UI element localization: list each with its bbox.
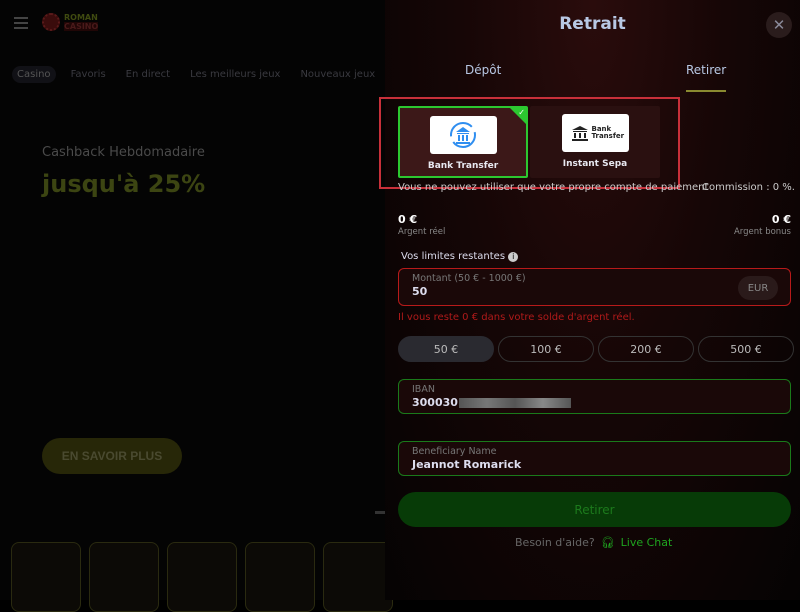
preset-500[interactable]: 500 €: [698, 336, 794, 362]
real-money-label: Argent réel: [398, 227, 446, 237]
payment-notice: Vous ne pouvez utiliser que votre propre…: [398, 182, 709, 193]
beneficiary-label: Beneficiary Name: [412, 446, 497, 457]
nav-en-direct[interactable]: En direct: [121, 66, 175, 83]
method-label: Instant Sepa: [562, 159, 628, 169]
tab-depot[interactable]: Dépôt: [465, 63, 501, 77]
modal-title: Retrait: [559, 14, 626, 34]
logo-text: CASINO: [64, 22, 99, 31]
logo-text: ROMAN: [64, 13, 98, 22]
nav-favoris[interactable]: Favoris: [66, 66, 111, 83]
live-chat-link[interactable]: Live Chat: [621, 536, 673, 549]
help-row: Besoin d'aide? 🎧︎ Live Chat: [515, 536, 672, 549]
casino-background: [0, 0, 385, 600]
game-thumbnails: [11, 542, 393, 612]
amount-input[interactable]: Montant (50 € - 1000 €) 50 EUR: [398, 268, 791, 306]
info-icon[interactable]: i: [508, 252, 519, 262]
promo-value: jusqu'à 25%: [42, 170, 206, 198]
game-thumbnail[interactable]: [11, 542, 81, 612]
commission-text: Commission : 0 %.: [702, 182, 795, 193]
limits-label: Vos limites restantes i: [401, 251, 519, 262]
redacted-iban: [458, 398, 571, 408]
currency-badge: EUR: [738, 276, 778, 300]
hamburger-menu-icon[interactable]: [14, 17, 28, 32]
bank-transfer-logo: Bank Transfer: [561, 114, 629, 152]
iban-input[interactable]: IBAN 300030: [398, 379, 791, 414]
amount-presets: 50 € 100 € 200 € 500 €: [398, 336, 794, 362]
headset-icon: 🎧︎: [600, 536, 615, 549]
nav-meilleurs-jeux[interactable]: Les meilleurs jeux: [185, 66, 285, 83]
nav-casino[interactable]: Casino: [12, 66, 56, 83]
logo-text: Bank Transfer: [591, 125, 625, 140]
beneficiary-input[interactable]: Beneficiary Name Jeannot Romarick: [398, 441, 791, 476]
error-message: Il vous reste 0 € dans votre solde d'arg…: [398, 312, 635, 323]
real-money-value: 0 €: [398, 213, 418, 226]
method-instant-sepa[interactable]: Bank Transfer Instant Sepa: [530, 106, 660, 178]
method-bank-transfer[interactable]: ✓ Bank Transfer: [398, 106, 528, 178]
nav-nouveaux-jeux[interactable]: Nouveaux jeux: [295, 66, 380, 83]
help-text: Besoin d'aide?: [515, 536, 595, 549]
tab-retirer[interactable]: Retirer: [686, 63, 726, 77]
bonus-money-value: 0 €: [771, 213, 791, 226]
beneficiary-value: Jeannot Romarick: [412, 458, 522, 471]
method-label: Bank Transfer: [427, 161, 499, 171]
preset-50[interactable]: 50 €: [398, 336, 494, 362]
promo-title: Cashback Hebdomadaire: [42, 145, 205, 160]
limits-text: Vos limites restantes: [401, 251, 506, 262]
preset-100[interactable]: 100 €: [498, 336, 594, 362]
category-nav: Casino Favoris En direct Les meilleurs j…: [12, 66, 412, 83]
close-icon[interactable]: ✕: [766, 12, 792, 38]
bonus-money-label: Argent bonus: [733, 227, 791, 237]
learn-more-button[interactable]: EN SAVOIR PLUS: [42, 438, 182, 474]
check-icon: ✓: [510, 108, 526, 124]
withdraw-button[interactable]: Retirer: [398, 492, 791, 527]
carousel-indicator[interactable]: [375, 511, 385, 514]
game-thumbnail[interactable]: [323, 542, 393, 612]
game-thumbnail[interactable]: [167, 542, 237, 612]
active-tab-indicator: [686, 90, 726, 92]
amount-value: 50: [412, 285, 428, 298]
bank-icon: [429, 116, 497, 154]
game-thumbnail[interactable]: [245, 542, 315, 612]
iban-label: IBAN: [412, 384, 435, 395]
iban-value: 300030: [412, 396, 458, 409]
site-logo[interactable]: ROMAN CASINO: [42, 13, 99, 31]
amount-label: Montant (50 € - 1000 €): [412, 273, 526, 284]
preset-200[interactable]: 200 €: [598, 336, 694, 362]
game-thumbnail[interactable]: [89, 542, 159, 612]
